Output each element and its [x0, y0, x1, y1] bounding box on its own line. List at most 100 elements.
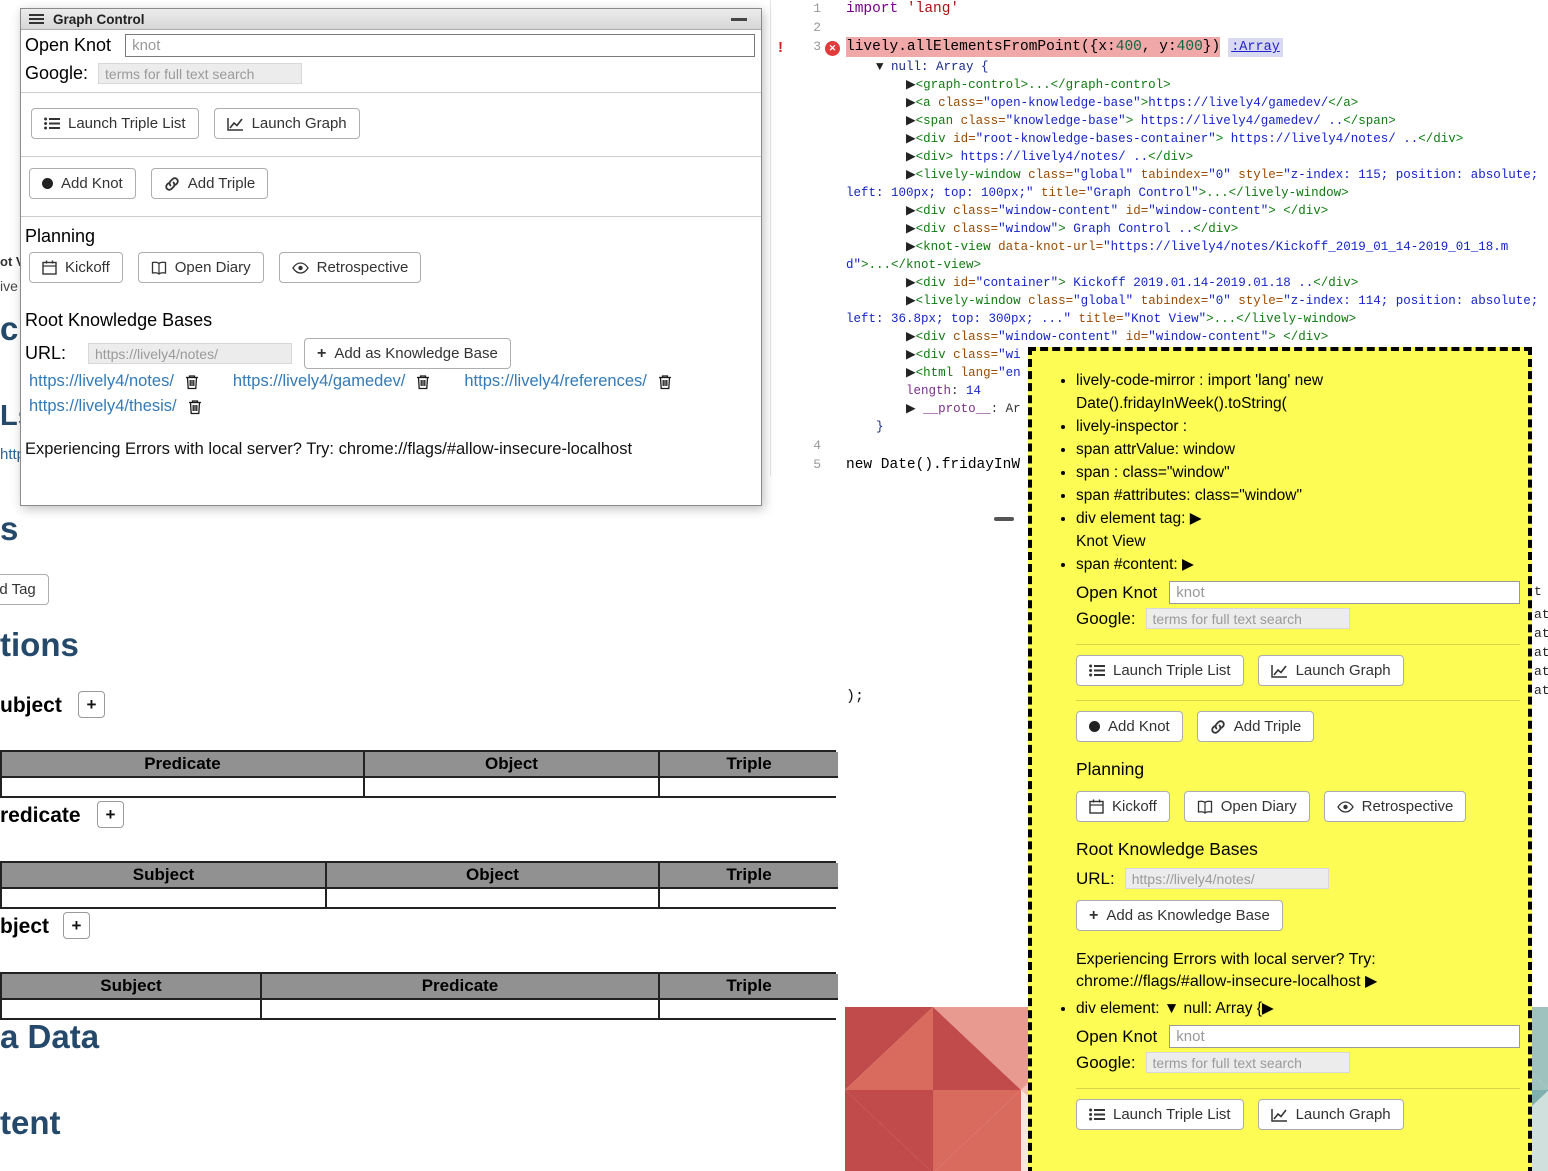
- inspector-tree-line[interactable]: ▶<span class="knowledge-base"> https://l…: [846, 112, 1543, 130]
- list-item[interactable]: span attrValue: window: [1076, 438, 1520, 461]
- open-knot-input[interactable]: [1169, 581, 1520, 604]
- inspector-token: class=: [961, 114, 1006, 128]
- button-label: Retrospective: [317, 259, 409, 276]
- inspector-tree-line[interactable]: ▶<knot-view data-knot-url="https://livel…: [846, 238, 1543, 274]
- inspector-tree-line[interactable]: ▶<div id="root-knowledge-bases-container…: [846, 130, 1543, 148]
- heading-fragment-relations: tions: [0, 626, 79, 664]
- window-titlebar[interactable]: Graph Control: [21, 9, 761, 30]
- expand-arrow-icon[interactable]: ▶: [906, 132, 916, 146]
- inspector-tree-line[interactable]: ▶<div id="container"> Kickoff 2019.01.14…: [846, 274, 1543, 292]
- retrospective-button[interactable]: Retrospective: [279, 252, 422, 283]
- expand-arrow-icon[interactable]: ▶: [906, 150, 916, 164]
- list-item[interactable]: div element: ▼ null: Array {▶ Open Knot …: [1076, 997, 1520, 1130]
- open-diary-button[interactable]: Open Diary: [1184, 791, 1310, 822]
- knowledge-base-link[interactable]: https://lively4/references/: [464, 372, 647, 391]
- inspector-token: style=: [1231, 168, 1284, 182]
- knowledge-base-url-input[interactable]: [1125, 868, 1329, 889]
- add-knot-button[interactable]: Add Knot: [1076, 711, 1183, 742]
- inspector-token: "knowledge-base": [1006, 114, 1126, 128]
- trash-icon[interactable]: [188, 399, 202, 415]
- add-subject-button[interactable]: +: [78, 691, 105, 718]
- add-knowledge-base-button[interactable]: + Add as Knowledge Base: [304, 338, 511, 369]
- list-item[interactable]: lively-code-mirror : import 'lang' new D…: [1076, 369, 1520, 415]
- add-triple-button[interactable]: Add Triple: [1197, 711, 1315, 742]
- list-item[interactable]: span #attributes: class="window": [1076, 484, 1520, 507]
- add-knowledge-base-button[interactable]: + Add as Knowledge Base: [1076, 900, 1283, 931]
- launch-triple-list-button[interactable]: Launch Triple List: [1076, 1099, 1244, 1130]
- open-knot-input[interactable]: [1169, 1025, 1520, 1048]
- list-item[interactable]: div element tag: ▶ Knot View: [1076, 507, 1520, 553]
- add-predicate-button[interactable]: +: [97, 801, 124, 828]
- inspector-token: 14: [966, 384, 981, 398]
- inspector-tree-line[interactable]: ▶<div class="window"> Graph Control ..</…: [846, 220, 1543, 238]
- inspector-token: <lively-window: [916, 294, 1029, 308]
- expand-arrow-icon[interactable]: ▶: [906, 276, 916, 290]
- expand-arrow-icon[interactable]: ▶: [906, 78, 916, 92]
- google-search-input[interactable]: [1146, 608, 1350, 629]
- knowledge-base-link[interactable]: https://lively4/notes/: [29, 372, 174, 391]
- expand-arrow-icon[interactable]: ▼: [876, 60, 891, 74]
- launch-graph-button[interactable]: Launch Graph: [214, 108, 360, 139]
- knowledge-base-url-input[interactable]: [88, 343, 292, 364]
- expand-arrow-icon[interactable]: ▶: [906, 96, 916, 110]
- kickoff-button[interactable]: Kickoff: [1076, 791, 1170, 822]
- expand-arrow-icon[interactable]: ▶: [906, 204, 916, 218]
- expand-arrow-icon[interactable]: ▶: [906, 330, 916, 344]
- launch-graph-button[interactable]: Launch Graph: [1258, 1099, 1404, 1130]
- inspector-tree-line[interactable]: ▼ null: Array {: [846, 58, 1543, 76]
- inspector-tree-line[interactable]: ▶<graph-control>...</graph-control>: [846, 76, 1543, 94]
- trash-icon[interactable]: [416, 374, 430, 390]
- open-diary-button[interactable]: Open Diary: [138, 252, 264, 283]
- embedded-graph-control-panel-partial: Open Knot Google: Launch Triple List Lau: [1076, 1025, 1520, 1130]
- expand-arrow-icon[interactable]: ▶: [906, 366, 916, 380]
- button-label: Add Knot: [1108, 718, 1170, 735]
- inspector-tree-line[interactable]: ▶<div> https://lively4/notes/ ..</div>: [846, 148, 1543, 166]
- add-triple-button[interactable]: Add Triple: [151, 168, 269, 199]
- expand-arrow-icon[interactable]: ▶: [906, 168, 916, 182]
- knowledge-base-link[interactable]: https://lively4/thesis/: [29, 397, 177, 416]
- graph-control-window[interactable]: Graph Control Open Knot Google: Launch T…: [20, 8, 762, 506]
- trash-icon[interactable]: [185, 374, 199, 390]
- inspector-token: >: [1126, 114, 1141, 128]
- google-search-input[interactable]: [98, 63, 302, 84]
- open-knot-input[interactable]: [125, 34, 755, 57]
- code-line-1: import 'lang': [846, 1, 959, 17]
- hamburger-menu-icon[interactable]: [29, 12, 44, 26]
- minimize-icon[interactable]: [994, 517, 1014, 521]
- inspector-token: <a: [916, 96, 939, 110]
- inspector-tree-line[interactable]: ▶<div class="window-content" id="window-…: [846, 202, 1543, 220]
- list-item-label: span #content: ▶: [1076, 556, 1194, 573]
- add-tag-button[interactable]: Add Tag: [0, 574, 49, 605]
- list-item[interactable]: lively-inspector :: [1076, 415, 1520, 438]
- element-inspector-overlay: lively-code-mirror : import 'lang' new D…: [1028, 347, 1532, 1171]
- knowledge-base-link[interactable]: https://lively4/gamedev/: [233, 372, 405, 391]
- inspector-tree-line[interactable]: ▶<lively-window class="global" tabindex=…: [846, 166, 1543, 202]
- expand-arrow-icon[interactable]: ▶: [906, 222, 916, 236]
- launch-triple-list-button[interactable]: Launch Triple List: [1076, 655, 1244, 686]
- knot-dot-icon: [1089, 721, 1100, 732]
- add-object-button[interactable]: +: [63, 912, 90, 939]
- type-annotation-chip[interactable]: :Array: [1228, 38, 1283, 57]
- retrospective-button[interactable]: Retrospective: [1324, 791, 1467, 822]
- trash-icon[interactable]: [658, 374, 672, 390]
- expand-arrow-icon[interactable]: ▶: [906, 114, 916, 128]
- inspector-token: "global": [1073, 294, 1133, 308]
- list-item[interactable]: span : class="window": [1076, 461, 1520, 484]
- inspector-tree-line[interactable]: ▶<lively-window class="global" tabindex=…: [846, 292, 1543, 328]
- list-item[interactable]: span #content: ▶ Open Knot Google: Launc…: [1076, 553, 1520, 993]
- inspector-tree-line[interactable]: ▶<div class="window-content" id="window-…: [846, 328, 1543, 346]
- launch-graph-button[interactable]: Launch Graph: [1258, 655, 1404, 686]
- inspector-token: <div: [916, 348, 954, 362]
- inspector-tree-line[interactable]: ▶<a class="open-knowledge-base">https://…: [846, 94, 1543, 112]
- minimize-icon[interactable]: [731, 18, 747, 21]
- expand-arrow-icon[interactable]: ▶: [906, 402, 923, 416]
- expand-arrow-icon[interactable]: ▶: [906, 348, 916, 362]
- expand-arrow-icon[interactable]: ▶: [906, 240, 916, 254]
- add-knot-button[interactable]: Add Knot: [29, 168, 136, 199]
- expand-arrow-icon[interactable]: ▶: [906, 294, 916, 308]
- expand-arrow-icon[interactable]: ▶: [1365, 973, 1377, 990]
- launch-triple-list-button[interactable]: Launch Triple List: [31, 108, 199, 139]
- google-search-input[interactable]: [1146, 1052, 1350, 1073]
- kickoff-button[interactable]: Kickoff: [29, 252, 123, 283]
- inspector-token: class=: [1028, 168, 1073, 182]
